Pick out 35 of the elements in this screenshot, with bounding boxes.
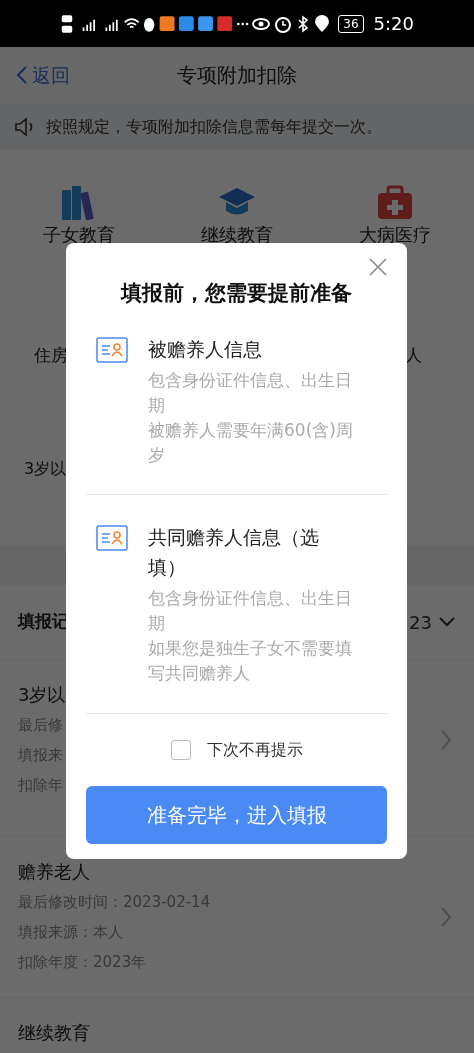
back-chevron-icon [16,65,28,85]
item-note: 包含身份证件信息、出生日期 [148,587,353,635]
checkbox[interactable] [170,740,191,760]
dialog-title: 填报前，您需要提前准备 [119,281,353,305]
back-button[interactable]: 返回 [0,60,70,90]
category-label[interactable]: 3岁以 [24,458,67,478]
item-title: 共同赡养人信息（选填） [148,525,320,580]
category-label[interactable]: 大病医疗 [359,224,431,246]
confirm-button[interactable]: 准备完毕，进入填报 [86,786,387,844]
year-selector[interactable]: 23 [409,608,456,636]
category-label[interactable]: 继续教育 [201,224,273,246]
id-card-icon [96,337,128,363]
category-label[interactable]: 住房 [34,343,68,369]
notice-text: 按照规定，专项附加扣除信息需每年提交一次。 [46,115,382,138]
clock-time: 5:20 [373,12,414,36]
checkbox-label: 下次不再提示 [206,739,303,761]
record-title: 赡养老人 [18,860,91,884]
category-label[interactable]: 子女教育 [43,224,115,246]
record-title: 继续教育 [18,1021,90,1045]
record-row[interactable]: 继续教育 [0,998,474,1053]
chevron-right-icon [440,906,452,928]
category-label[interactable]: 人 [405,343,422,369]
dropdown-chevron-icon [438,616,456,628]
record-title: 3岁以 [18,683,66,707]
page-title: 专项附加扣除 [177,62,297,89]
medical-kit-icon [375,184,415,222]
item-note: 包含身份证件信息、出生日期 [148,369,353,417]
item-title: 被赡养人信息 [148,337,263,362]
close-icon [368,257,388,277]
battery-indicator: 36 [338,14,364,33]
item-note: 被赡养人需要年满60(含)周岁 [148,419,354,467]
id-card-icon [96,525,128,551]
close-button[interactable] [367,256,389,278]
chevron-right-icon [440,729,452,751]
item-note: 如果您是独生子女不需要填写共同赡养人 [148,637,353,685]
